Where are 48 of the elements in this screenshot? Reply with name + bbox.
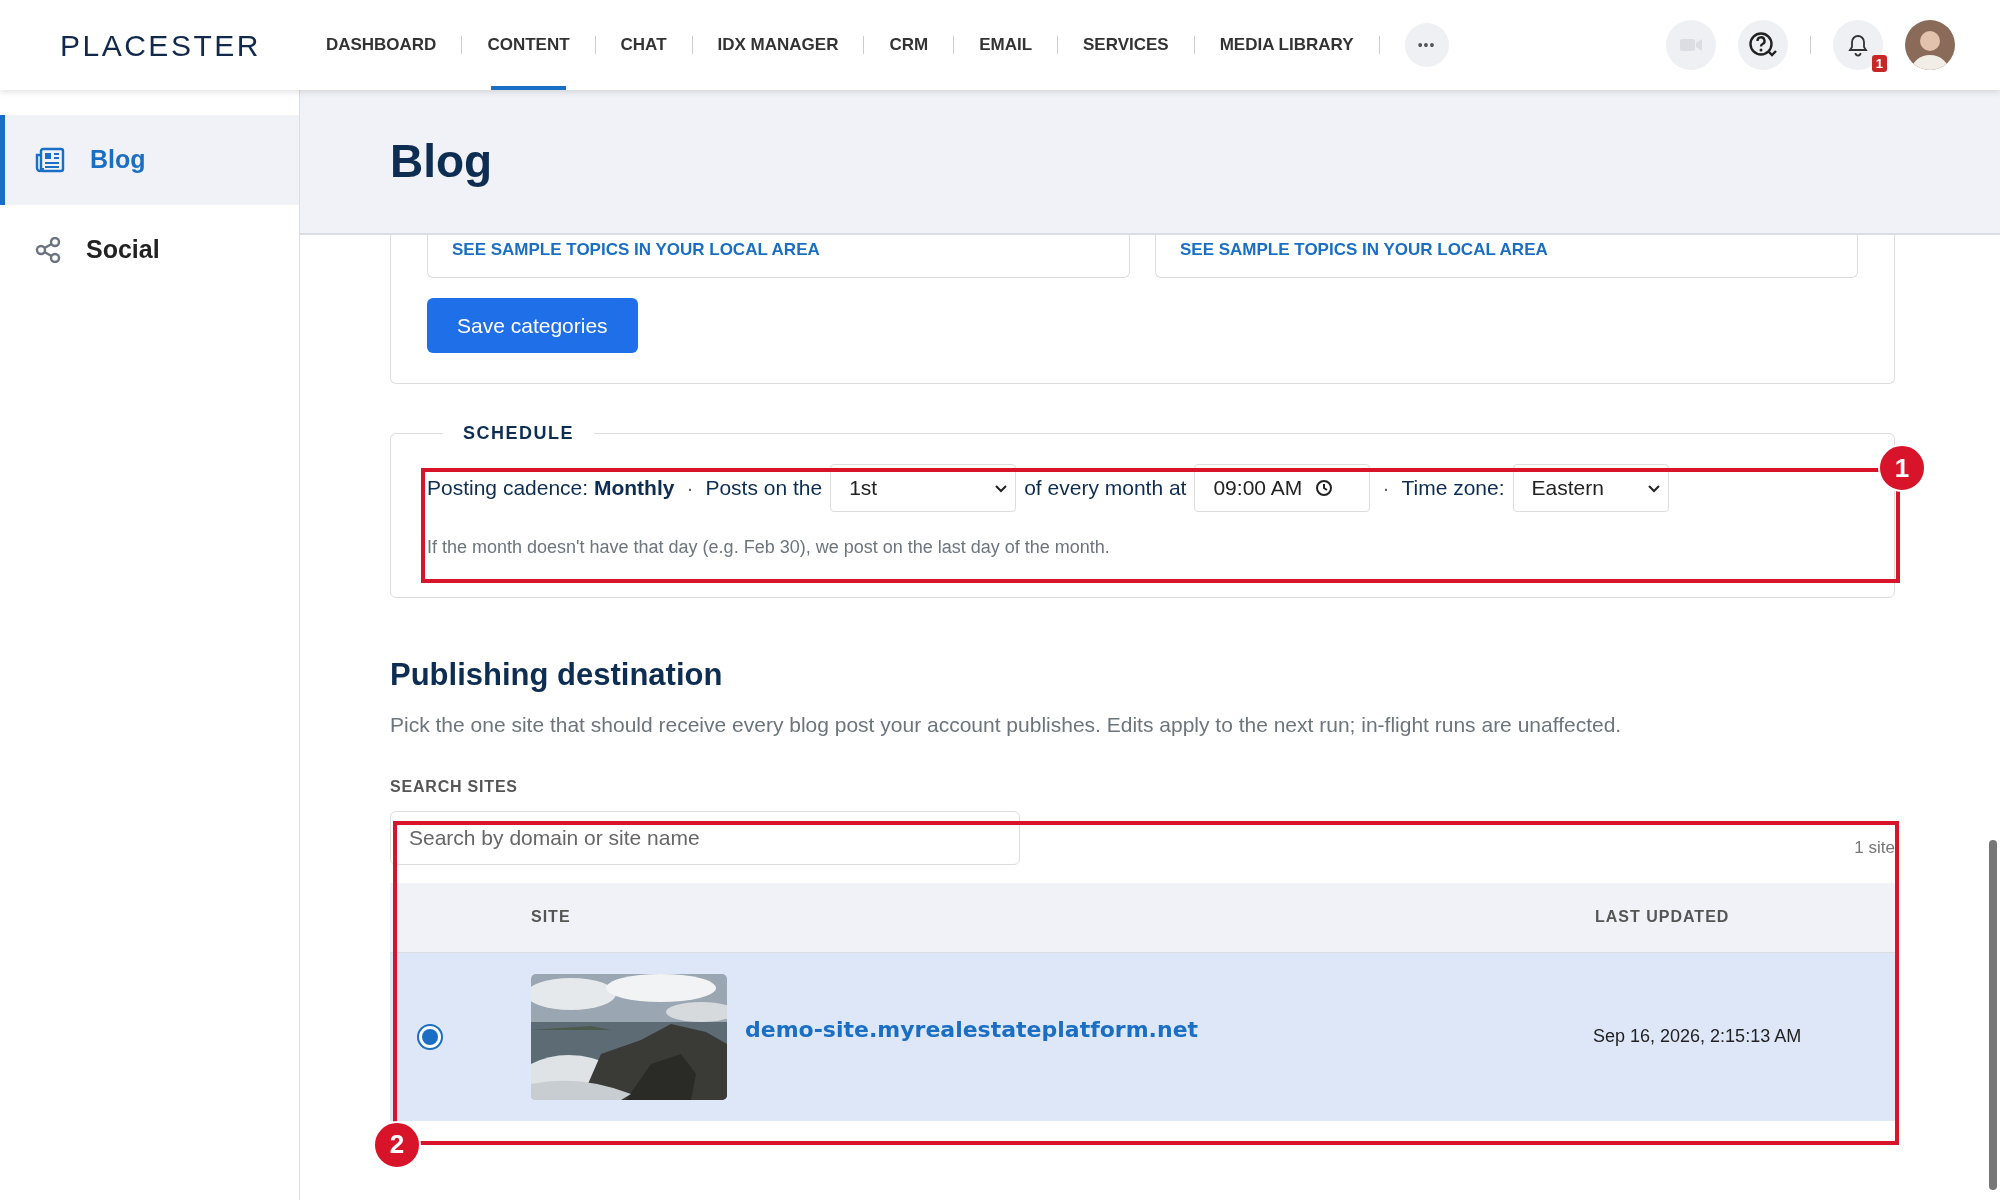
separator: · bbox=[1382, 475, 1390, 502]
help-text: If the month doesn't have that day (e.g. Feb 30), we post on the last day of the month. bbox=[427, 536, 1111, 559]
radio-button[interactable] bbox=[417, 1023, 443, 1050]
sidebar-item[interactable]: Social bbox=[0, 205, 299, 295]
site-link[interactable]: demo-site.myrealestateplatform.net bbox=[745, 1013, 1593, 1047]
clock-icon bbox=[1315, 479, 1334, 497]
column-header: LAST UPDATED bbox=[1595, 907, 1730, 928]
separator: · bbox=[686, 475, 694, 502]
nav-tab[interactable]: EMAIL bbox=[954, 0, 1058, 90]
notification-count: 1 bbox=[1871, 55, 1887, 72]
newspaper-icon bbox=[35, 147, 65, 173]
annotation-marker: 1 bbox=[1878, 444, 1926, 492]
date-text: Sep 16, 2026, 2:15:13 AM bbox=[1593, 1025, 1802, 1049]
table-row[interactable]: demo-site.myrealestateplatform.net Sep 16, 2026, 2:15:13 AM bbox=[390, 952, 1895, 1121]
day-select[interactable]: 1st bbox=[830, 464, 1017, 512]
timezone-select[interactable]: Eastern bbox=[1512, 464, 1669, 512]
field-label: SEARCH SITES bbox=[390, 776, 519, 797]
bell-icon bbox=[1846, 33, 1870, 57]
sample-topics-link[interactable]: SEE SAMPLE TOPICS IN YOUR LOCAL AREA bbox=[452, 240, 820, 259]
annotation-marker: 2 bbox=[373, 1120, 421, 1169]
help-icon bbox=[1748, 31, 1778, 59]
sidebar-item[interactable]: Blog bbox=[0, 115, 299, 205]
label: of every month at bbox=[1024, 475, 1187, 502]
nav-tab[interactable]: CHAT bbox=[595, 0, 692, 90]
nav-tab[interactable]: DASHBOARD bbox=[300, 0, 462, 90]
site-count: 1 site bbox=[1854, 837, 1895, 860]
sample-topics-link[interactable]: SEE SAMPLE TOPICS IN YOUR LOCAL AREA bbox=[1180, 240, 1548, 259]
logo[interactable]: PLACESTER bbox=[60, 22, 261, 68]
section-title: Publishing destination bbox=[390, 656, 724, 694]
search-field[interactable]: Search by domain or site name bbox=[390, 810, 1020, 865]
page-title: Blog bbox=[390, 133, 493, 189]
label: Posts on the bbox=[705, 475, 823, 502]
avatar[interactable] bbox=[1905, 20, 1955, 70]
nav-tab[interactable]: CRM bbox=[864, 0, 954, 90]
label: Time zone: bbox=[1401, 475, 1505, 502]
share-icon bbox=[35, 237, 61, 263]
nav-tab[interactable]: SERVICES bbox=[1058, 0, 1194, 90]
section-heading: SCHEDULE bbox=[462, 424, 575, 442]
cadence-text: Posting cadence: Monthly bbox=[427, 475, 675, 502]
column-header: SITE bbox=[531, 907, 572, 928]
help-button[interactable] bbox=[1738, 20, 1788, 70]
time-field[interactable]: 09:00 AM bbox=[1194, 464, 1371, 512]
save-categories-button[interactable]: Save categories bbox=[427, 297, 638, 353]
more-button[interactable]: ••• bbox=[1404, 23, 1449, 67]
nav-tab[interactable]: CONTENT bbox=[462, 0, 595, 90]
nav-tab[interactable]: IDX MANAGER bbox=[692, 0, 864, 90]
nav-tab[interactable]: MEDIA LIBRARY bbox=[1194, 0, 1379, 90]
description: Pick the one site that should receive every blog post your account publishes. Edits apply to the next run; in-flight runs are unaffected. bbox=[390, 712, 1623, 739]
